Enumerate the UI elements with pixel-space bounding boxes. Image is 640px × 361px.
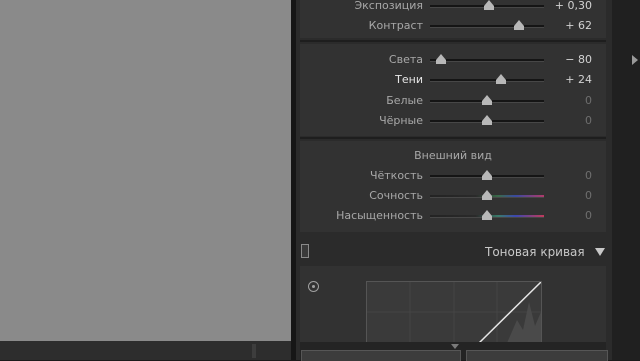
histogram-shape (507, 302, 541, 343)
slider-value[interactable]: + 62 (565, 17, 592, 35)
slider-label: Света (388, 53, 423, 66)
slider-label: Чёткость (369, 169, 423, 182)
scroll-marker (252, 344, 256, 358)
right-edge-strip (612, 0, 640, 360)
slider-label: Белые (386, 94, 423, 107)
tone-curve-title: Тоновая кривая (485, 245, 585, 259)
canvas-bottom-bar (0, 341, 291, 360)
slider-thumb[interactable] (482, 210, 492, 220)
slider-track[interactable] (430, 79, 544, 82)
slider-thumb[interactable] (482, 95, 492, 105)
slider-thumb[interactable] (482, 115, 492, 125)
slider-row[interactable]: Контраст + 62 (300, 17, 606, 35)
tone-curve-graph[interactable] (366, 281, 542, 344)
slider-row[interactable]: Насыщенность 0 (300, 207, 606, 225)
slider-value[interactable]: 0 (585, 207, 592, 225)
slider-value[interactable]: 0 (585, 167, 592, 185)
triangle-right-icon[interactable] (632, 55, 638, 65)
slider-label: Контраст (368, 19, 423, 32)
slider-thumb[interactable] (482, 170, 492, 180)
slider-row[interactable]: Чёткость 0 (300, 167, 606, 185)
slider-track[interactable] (430, 59, 544, 62)
panel-switch-icon[interactable] (301, 244, 309, 258)
image-canvas[interactable] (0, 0, 291, 341)
slider-value[interactable]: 0 (585, 187, 592, 205)
slider-label: Сочность (369, 189, 423, 202)
slider-value[interactable]: − 80 (565, 51, 592, 69)
slider-value[interactable]: + 0,30 (555, 0, 592, 15)
presence-title: Внешний вид (414, 149, 492, 162)
slider-row[interactable]: Экспозиция + 0,30 (300, 0, 606, 15)
slider-thumb[interactable] (482, 190, 492, 200)
target-adjust-icon[interactable] (308, 281, 319, 292)
divider (300, 137, 606, 139)
slider-label: Экспозиция (354, 0, 423, 12)
slider-label: Тени (395, 73, 423, 86)
divider (300, 40, 606, 42)
slider-value[interactable]: 0 (585, 92, 592, 110)
slider-thumb[interactable] (484, 0, 495, 10)
curve-svg (367, 282, 541, 343)
slider-row[interactable]: Белые 0 (300, 92, 606, 110)
slider-value[interactable]: 0 (585, 112, 592, 130)
reset-button[interactable] (466, 350, 608, 361)
slider-thumb[interactable] (495, 74, 506, 84)
slider-row[interactable]: Сочность 0 (300, 187, 606, 205)
slider-row[interactable]: Чёрные 0 (300, 112, 606, 130)
slider-label: Насыщенность (336, 209, 423, 222)
previous-button[interactable] (301, 350, 461, 361)
slider-thumb[interactable] (436, 54, 447, 64)
slider-thumb[interactable] (513, 20, 524, 30)
slider-row[interactable]: Света − 80 (300, 51, 606, 69)
chevron-down-icon[interactable] (451, 344, 459, 349)
slider-value[interactable]: + 24 (565, 71, 592, 89)
slider-label: Чёрные (379, 114, 423, 127)
triangle-down-icon[interactable] (595, 248, 605, 256)
slider-row[interactable]: Тени + 24 (300, 71, 606, 89)
slider-track[interactable] (430, 25, 544, 28)
